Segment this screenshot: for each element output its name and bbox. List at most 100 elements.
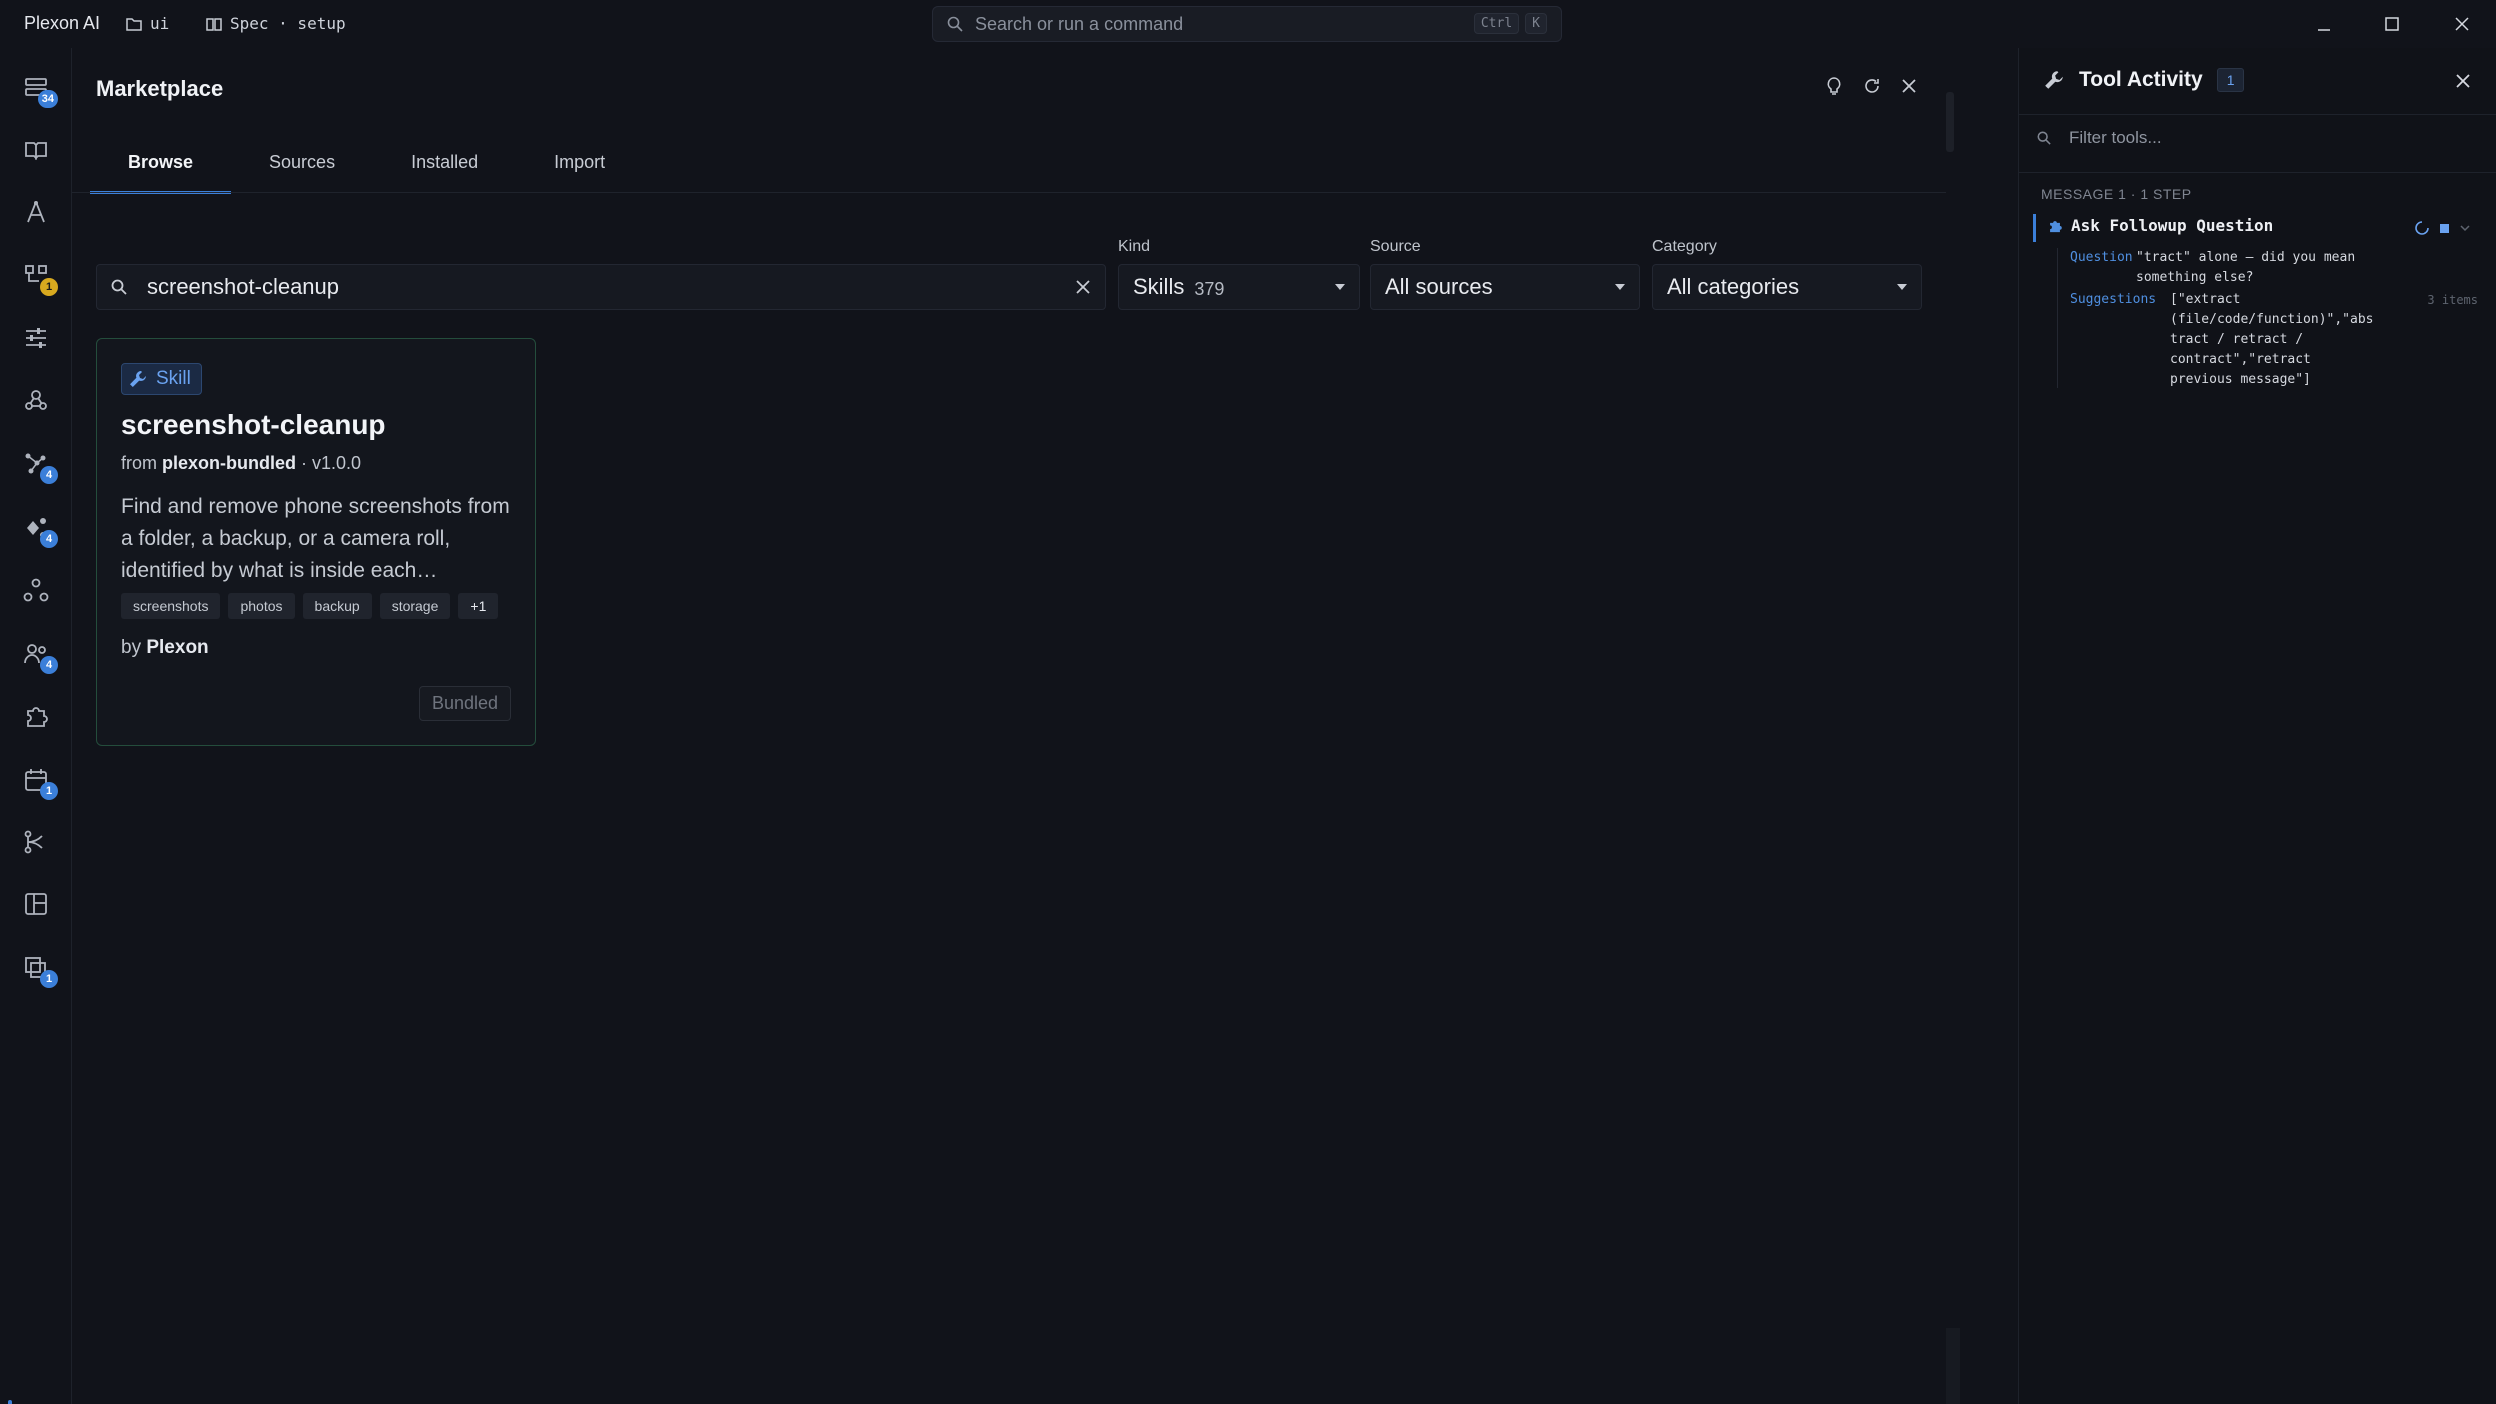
close-icon xyxy=(2456,74,2470,88)
card-description: Find and remove phone screenshots from a… xyxy=(121,495,510,582)
step-accent xyxy=(2033,214,2036,242)
source-label: Source xyxy=(1370,238,1421,255)
tab-divider xyxy=(72,192,1946,193)
rail-active-indicator xyxy=(8,1400,12,1404)
suggestions-value: ["extract (file/code/function)","abs tra… xyxy=(2170,292,2374,387)
shortcut-key: K xyxy=(1525,13,1547,34)
kind-value: Skills xyxy=(1133,274,1185,299)
rail-item-branches[interactable] xyxy=(18,824,54,860)
wrench-icon xyxy=(2045,71,2063,89)
search-value: screenshot-cleanup xyxy=(147,274,340,299)
wrench-icon xyxy=(130,371,146,387)
tab-browse[interactable]: Browse xyxy=(90,148,232,194)
question-row: Question "tract" alone — did you mean so… xyxy=(2058,248,2478,292)
spec-switcher[interactable]: Spec · setup xyxy=(206,14,346,33)
step-name: Ask Followup Question xyxy=(2071,216,2274,235)
category-label: Category xyxy=(1652,238,1717,255)
clear-search-button[interactable] xyxy=(1075,279,1091,300)
command-palette-input[interactable]: Search or run a command Ctrl K xyxy=(932,6,1562,42)
suggestions-count: 3 items xyxy=(2427,293,2478,307)
kind-select[interactable]: Skills 379 xyxy=(1118,264,1360,310)
close-icon xyxy=(2455,17,2469,31)
rail-item-graph[interactable]: 4 xyxy=(18,446,58,484)
rail-item-agents[interactable] xyxy=(18,194,54,230)
rail-item-schedule[interactable]: 1 xyxy=(18,762,58,800)
search-icon xyxy=(2037,131,2051,145)
tab-sources[interactable]: Sources xyxy=(231,148,373,192)
rail-item-nodes[interactable] xyxy=(18,572,54,608)
puzzle-icon xyxy=(27,707,48,727)
tag: screenshots xyxy=(121,593,221,619)
category-select[interactable]: All categories xyxy=(1652,264,1922,310)
author-name: Plexon xyxy=(146,637,209,658)
rail-item-history[interactable]: 1 xyxy=(18,950,58,988)
rail-item-layout[interactable] xyxy=(18,886,54,922)
tab-installed[interactable]: Installed xyxy=(373,148,516,192)
rail-badge: 34 xyxy=(37,90,58,108)
suggestions-row: Suggestions ["extract (file/code/functio… xyxy=(2058,290,2478,387)
marketplace-panel: Marketplace Browse Sources Installed Imp… xyxy=(72,48,1946,1404)
tab-import[interactable]: Import xyxy=(516,148,643,192)
command-placeholder: Search or run a command xyxy=(975,13,1184,34)
sliders-icon xyxy=(26,328,46,348)
workspace-switcher[interactable]: ui xyxy=(126,14,169,33)
book-open-icon xyxy=(25,142,47,161)
maximize-button[interactable] xyxy=(2378,10,2406,38)
kind-badge: Skill xyxy=(121,363,202,395)
source-select[interactable]: All sources xyxy=(1370,264,1640,310)
stop-button[interactable] xyxy=(2440,223,2449,233)
panel-title: Tool Activity xyxy=(2079,68,2203,91)
refresh-button[interactable] xyxy=(1862,76,1882,101)
page-title: Marketplace xyxy=(96,76,224,101)
search-icon xyxy=(947,16,963,32)
kind-badge-label: Skill xyxy=(156,368,191,389)
tag: backup xyxy=(302,593,372,619)
rail-item-settings[interactable] xyxy=(18,320,54,356)
chevron-down-icon[interactable] xyxy=(2459,222,2471,234)
tag: storage xyxy=(379,593,451,619)
folder-icon xyxy=(126,17,142,31)
rail-badge: 1 xyxy=(40,782,58,800)
source-value: All sources xyxy=(1385,274,1493,299)
question-value: "tract" alone — did you mean something e… xyxy=(2136,250,2356,285)
rail-badge: 1 xyxy=(40,970,58,988)
close-panel-button[interactable] xyxy=(2454,72,2472,95)
category-value: All categories xyxy=(1667,274,1800,299)
result-card[interactable]: Skill screenshot-cleanup from plexon-bun… xyxy=(96,338,536,746)
rail-item-tasks[interactable]: 1 xyxy=(18,258,58,296)
card-title: screenshot-cleanup xyxy=(121,409,386,440)
divider xyxy=(2019,172,2496,173)
nodes-icon xyxy=(23,578,49,602)
rail-item-hooks[interactable] xyxy=(18,382,54,418)
rail-item-marketplace[interactable] xyxy=(18,1396,54,1404)
book-icon xyxy=(206,17,222,31)
refresh-icon xyxy=(1865,79,1879,93)
source-name: plexon-bundled xyxy=(162,453,297,473)
rail-badge: 4 xyxy=(40,530,58,548)
rail-item-specs[interactable] xyxy=(18,132,54,168)
close-panel-button[interactable] xyxy=(1900,77,1918,100)
divider xyxy=(2019,114,2496,115)
suggest-button[interactable] xyxy=(1824,76,1844,101)
version: · v1.0.0 xyxy=(301,453,362,473)
app-name: Plexon AI xyxy=(24,13,101,33)
suggestions-key: Suggestions xyxy=(2070,292,2157,307)
minimize-icon xyxy=(2318,29,2330,31)
rail-item-extensions[interactable] xyxy=(18,698,54,734)
count-badge: 1 xyxy=(2216,68,2245,92)
kind-label: Kind xyxy=(1118,238,1151,255)
rail-badge: 1 xyxy=(40,278,58,296)
question-key: Question xyxy=(2070,250,2133,265)
rail-item-team[interactable]: 4 xyxy=(18,636,58,674)
close-window-button[interactable] xyxy=(2448,10,2476,38)
scrollbar-thumb[interactable] xyxy=(1946,92,1954,152)
card-source-line: from plexon-bundled · v1.0.0 xyxy=(121,453,361,474)
rail-item-flows[interactable]: 4 xyxy=(18,510,58,548)
filter-tools-input[interactable]: Filter tools... xyxy=(2037,128,2162,148)
scrollbar-thumb-bottom[interactable] xyxy=(1946,1328,1960,1404)
spinner-icon xyxy=(2415,221,2429,235)
rail-item-sessions[interactable]: 34 xyxy=(18,70,58,108)
search-input[interactable]: screenshot-cleanup xyxy=(96,264,1106,310)
caret-down-icon xyxy=(1615,284,1625,290)
minimize-button[interactable] xyxy=(2310,10,2338,38)
